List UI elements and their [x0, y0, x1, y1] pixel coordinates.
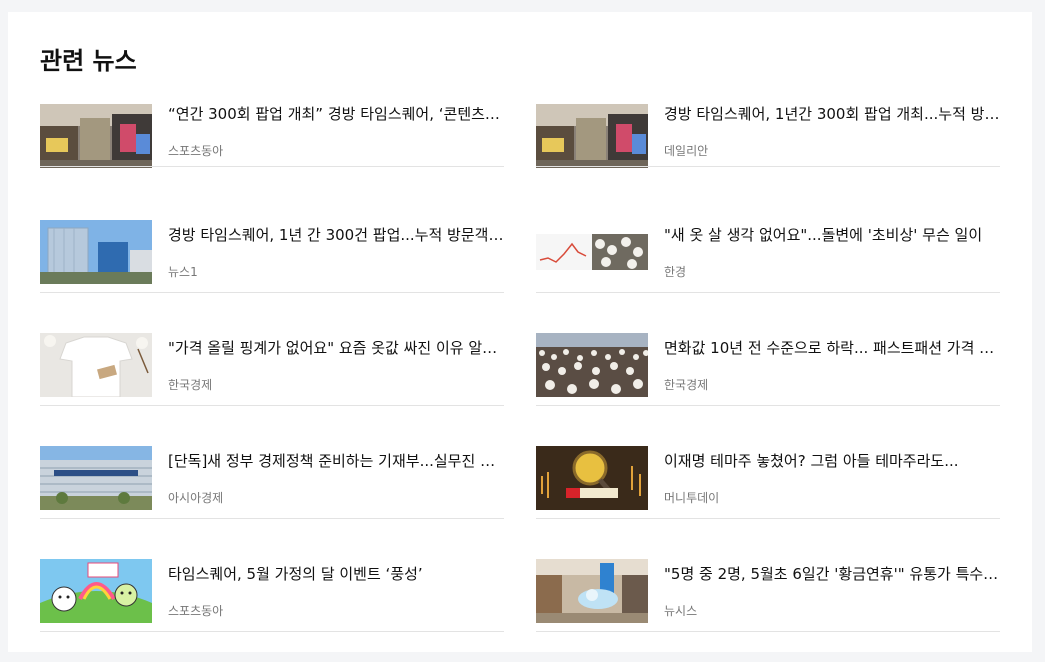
- related-news-panel: 관련 뉴스 “연간 300회 팝업 개최” 경방 타임스퀘어, ‘콘텐츠 플랫폼…: [8, 12, 1032, 652]
- news-source: 스포츠동아: [168, 604, 224, 618]
- item-divider: [536, 518, 1000, 519]
- magnifier-stock-thumbnail[interactable]: [536, 446, 648, 510]
- item-divider: [536, 405, 1000, 406]
- mall-interior-thumbnail[interactable]: [536, 104, 648, 168]
- building-exterior-thumbnail[interactable]: [40, 220, 152, 284]
- item-divider: [536, 166, 1000, 167]
- news-source: 뉴시스: [664, 604, 698, 618]
- section-title: 관련 뉴스: [40, 47, 137, 75]
- news-item[interactable]: 경방 타임스퀘어, 1년 간 300건 팝업...누적 방문객 100만 명 뉴…: [40, 206, 504, 319]
- news-source: 머니투데이: [664, 491, 720, 505]
- news-headline[interactable]: "새 옷 살 생각 없어요"...돌변에 '초비상' 무슨 일이: [664, 225, 1000, 245]
- item-divider: [40, 631, 504, 632]
- item-divider: [40, 405, 504, 406]
- news-source: 한국경제: [664, 378, 709, 392]
- item-divider: [536, 292, 1000, 293]
- news-item[interactable]: "새 옷 살 생각 없어요"...돌변에 '초비상' 무슨 일이 한경: [536, 206, 1000, 319]
- news-source: 아시아경제: [168, 491, 224, 505]
- news-headline[interactable]: "5명 중 2명, 5월초 6일간 '황금연휴'" 유통가 특수 기대: [664, 564, 1000, 584]
- news-item[interactable]: "5명 중 2명, 5월초 6일간 '황금연휴'" 유통가 특수 기대 뉴시스: [536, 545, 1000, 658]
- item-divider: [536, 631, 1000, 632]
- news-item[interactable]: “연간 300회 팝업 개최” 경방 타임스퀘어, ‘콘텐츠 플랫폼’으로 진화…: [40, 93, 504, 206]
- news-item[interactable]: 이재명 테마주 놓쳤어? 그럼 아들 테마주라도... 머니투데이: [536, 432, 1000, 545]
- news-headline[interactable]: 이재명 테마주 놓쳤어? 그럼 아들 테마주라도...: [664, 451, 1000, 471]
- news-source: 한국경제: [168, 378, 213, 392]
- item-divider: [40, 518, 504, 519]
- cartoon-event-poster-thumbnail[interactable]: [40, 559, 152, 623]
- news-headline[interactable]: 면화값 10년 전 수준으로 하락... 패스트패션 가격 인하 기대: [664, 338, 1000, 358]
- item-divider: [40, 292, 504, 293]
- news-headline[interactable]: "가격 올릴 핑계가 없어요" 요즘 옷값 싸진 이유 알고 보니: [168, 338, 504, 358]
- news-item[interactable]: "가격 올릴 핑계가 없어요" 요즘 옷값 싸진 이유 알고 보니 한국경제: [40, 319, 504, 432]
- mall-atrium-thumbnail[interactable]: [536, 559, 648, 623]
- news-source: 뉴스1: [168, 265, 198, 279]
- news-source: 한경: [664, 265, 687, 279]
- news-headline[interactable]: 경방 타임스퀘어, 1년간 300회 팝업 개최...누적 방문객 1000만: [664, 104, 1000, 124]
- news-source: 스포츠동아: [168, 144, 224, 158]
- news-grid: “연간 300회 팝업 개최” 경방 타임스퀘어, ‘콘텐츠 플랫폼’으로 진화…: [40, 93, 1000, 658]
- mall-interior-thumbnail[interactable]: [40, 104, 152, 168]
- news-item[interactable]: 타임스퀘어, 5월 가정의 달 이벤트 ‘풍성’ 스포츠동아: [40, 545, 504, 658]
- news-item[interactable]: [단독]새 정부 경제정책 준비하는 기재부...실무진 보고 아시아경제: [40, 432, 504, 545]
- government-building-thumbnail[interactable]: [40, 446, 152, 510]
- news-headline[interactable]: [단독]새 정부 경제정책 준비하는 기재부...실무진 보고: [168, 451, 504, 471]
- cotton-price-chart-thumbnail[interactable]: [536, 220, 648, 284]
- news-item[interactable]: 면화값 10년 전 수준으로 하락... 패스트패션 가격 인하 기대 한국경제: [536, 319, 1000, 432]
- cotton-field-thumbnail[interactable]: [536, 333, 648, 397]
- news-source: 데일리안: [664, 144, 709, 158]
- tshirt-cotton-thumbnail[interactable]: [40, 333, 152, 397]
- news-item[interactable]: 경방 타임스퀘어, 1년간 300회 팝업 개최...누적 방문객 1000만 …: [536, 93, 1000, 206]
- news-headline[interactable]: 경방 타임스퀘어, 1년 간 300건 팝업...누적 방문객 100만 명: [168, 225, 504, 245]
- news-headline[interactable]: “연간 300회 팝업 개최” 경방 타임스퀘어, ‘콘텐츠 플랫폼’으로 진화: [168, 104, 504, 124]
- news-headline[interactable]: 타임스퀘어, 5월 가정의 달 이벤트 ‘풍성’: [168, 564, 504, 584]
- item-divider: [40, 166, 504, 167]
